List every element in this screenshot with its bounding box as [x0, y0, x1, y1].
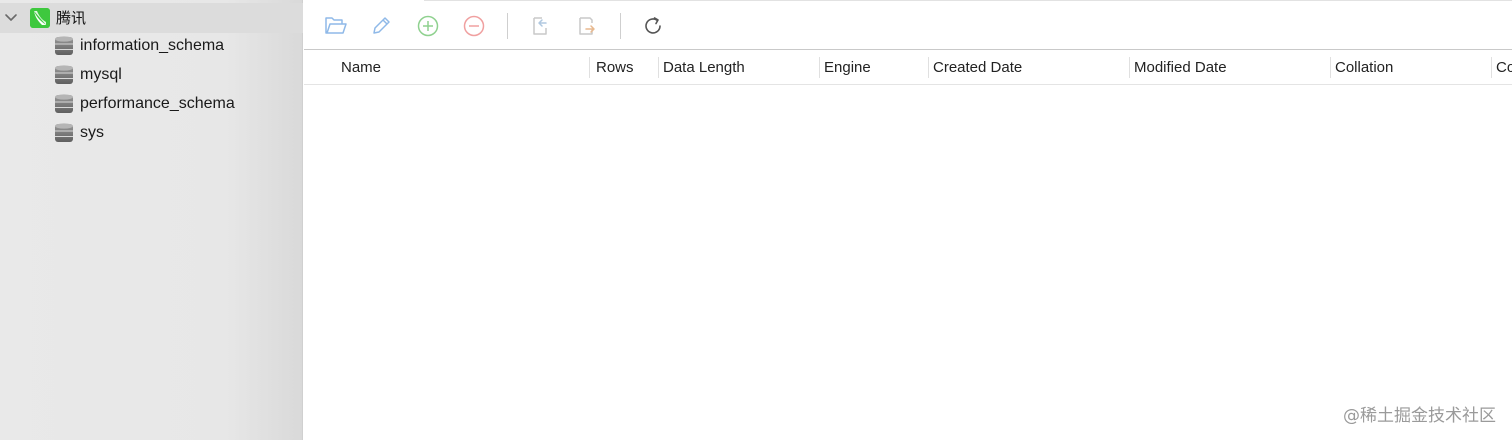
sidebar-item-performance-schema[interactable]: performance_schema: [0, 90, 303, 118]
database-label: mysql: [80, 66, 122, 83]
table-header: Name Rows Data Length Engine Created Dat…: [304, 50, 1512, 85]
column-header-collation[interactable]: Collation: [1335, 50, 1485, 85]
new-table-button[interactable]: [416, 14, 440, 38]
sidebar-item-mysql[interactable]: mysql: [0, 61, 303, 89]
column-separator[interactable]: [819, 57, 820, 78]
column-separator[interactable]: [658, 57, 659, 78]
column-header-engine[interactable]: Engine: [824, 50, 924, 85]
toolbar-separator: [620, 13, 621, 39]
watermark: @稀土掘金技术社区: [1343, 406, 1496, 426]
open-table-button[interactable]: [324, 14, 348, 38]
database-label: information_schema: [80, 37, 225, 54]
refresh-icon: [645, 17, 661, 34]
database-icon: [55, 65, 73, 84]
folder-open-icon: [325, 17, 347, 34]
database-label: performance_schema: [80, 95, 235, 112]
database-label: sys: [80, 124, 104, 141]
database-icon: [55, 123, 73, 142]
column-header-data-length[interactable]: Data Length: [663, 50, 813, 85]
column-separator[interactable]: [1491, 57, 1492, 78]
pencil-icon: [373, 17, 390, 34]
plus-circle-icon: [417, 15, 439, 37]
toolbar-separator: [507, 13, 508, 39]
column-header-rows[interactable]: Rows: [596, 50, 656, 85]
connection-icon: [30, 8, 50, 28]
column-header-created-date[interactable]: Created Date: [933, 50, 1123, 85]
sidebar: 腾讯 information_schema mysql performance_…: [0, 0, 303, 440]
connection-label: 腾讯: [56, 9, 87, 27]
column-header-comment[interactable]: Co: [1496, 50, 1512, 85]
sidebar-item-sys[interactable]: sys: [0, 119, 303, 147]
database-icon: [55, 36, 73, 55]
table-body[interactable]: [304, 86, 1512, 440]
export-button[interactable]: [574, 14, 598, 38]
chevron-down-icon[interactable]: [4, 11, 18, 25]
column-separator[interactable]: [589, 57, 590, 78]
column-header-name[interactable]: Name: [341, 50, 581, 85]
minus-circle-icon: [463, 15, 485, 37]
column-separator[interactable]: [1330, 57, 1331, 78]
database-icon: [55, 94, 73, 113]
export-icon: [579, 17, 595, 35]
delete-table-button[interactable]: [462, 14, 486, 38]
column-separator[interactable]: [1129, 57, 1130, 78]
refresh-button[interactable]: [641, 14, 665, 38]
toolbar-divider: [424, 0, 1512, 1]
column-header-modified-date[interactable]: Modified Date: [1134, 50, 1324, 85]
design-table-button[interactable]: [369, 14, 393, 38]
connection-row[interactable]: 腾讯: [0, 3, 303, 33]
toolbar: [304, 0, 1512, 50]
import-button[interactable]: [528, 14, 552, 38]
column-separator[interactable]: [928, 57, 929, 78]
sidebar-item-information-schema[interactable]: information_schema: [0, 32, 303, 60]
import-icon: [533, 17, 547, 35]
